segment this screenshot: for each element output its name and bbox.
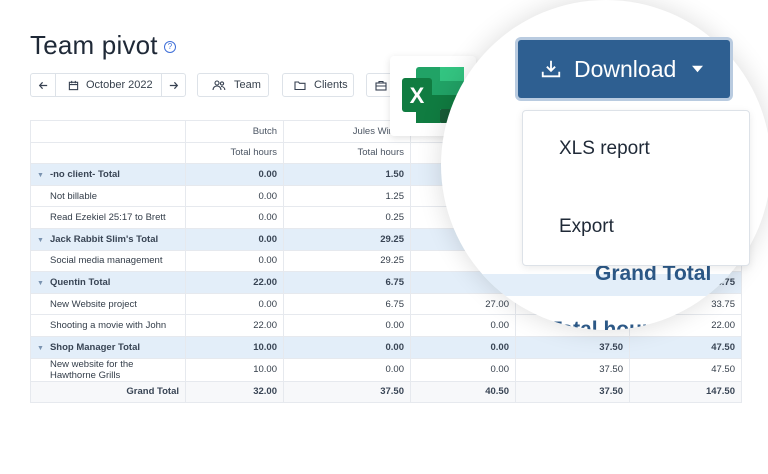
row-label: Social media management bbox=[30, 249, 186, 273]
folder-icon bbox=[294, 80, 306, 90]
client-total-row[interactable]: ▼ Shop Manager Total 10.00 0.00 0.00 37.50 47.… bbox=[30, 335, 742, 359]
row-label: ▼ -no client- Total bbox=[30, 163, 186, 186]
value-cell: 0.00 bbox=[185, 163, 284, 186]
prev-month-button[interactable] bbox=[30, 73, 56, 97]
value-cell: 0.00 bbox=[283, 314, 411, 337]
value-cell: 47.50 bbox=[629, 357, 742, 382]
menu-item-export[interactable]: Export bbox=[559, 216, 614, 238]
row-label-text: Shooting a movie with John bbox=[50, 320, 167, 332]
lens-total-hours: Total hours bbox=[549, 318, 662, 330]
member-header: Butch bbox=[185, 120, 284, 143]
collapse-caret-icon[interactable]: ▼ bbox=[37, 280, 44, 287]
grand-total-cell: 37.50 bbox=[515, 380, 630, 404]
row-label-text: Social media management bbox=[50, 255, 163, 267]
value-cell: 37.50 bbox=[515, 357, 630, 382]
project-row: New website for the Hawthorne Grills 10.0… bbox=[30, 357, 742, 382]
users-icon bbox=[212, 79, 226, 90]
value-cell: 10.00 bbox=[185, 357, 284, 382]
download-menu: XLS report Export bbox=[522, 110, 750, 266]
row-label-text: Quentin Total bbox=[49, 276, 111, 288]
value-cell: 10.00 bbox=[185, 335, 284, 359]
row-label: Read Ezekiel 25:17 to Brett bbox=[30, 206, 186, 229]
value-cell: 0.00 bbox=[283, 357, 411, 382]
download-button[interactable]: Download bbox=[518, 40, 730, 98]
collapse-caret-icon[interactable]: ▼ bbox=[37, 237, 44, 244]
grand-total-cell: 147.50 bbox=[629, 380, 742, 404]
clients-label: Clients bbox=[314, 79, 348, 91]
value-cell: 6.75 bbox=[283, 271, 411, 294]
arrow-left-icon bbox=[38, 81, 47, 89]
measure-header: Total hours bbox=[185, 141, 284, 165]
row-label-text: Not billable bbox=[50, 190, 97, 202]
value-cell: 37.50 bbox=[515, 335, 630, 359]
menu-item-xls-report[interactable]: XLS report bbox=[559, 138, 650, 160]
value-cell: 0.00 bbox=[185, 292, 284, 316]
grand-total-cell: 32.00 bbox=[185, 380, 284, 404]
grand-total-cell: 40.50 bbox=[410, 380, 516, 404]
value-cell: 0.00 bbox=[185, 184, 284, 208]
arrow-right-icon bbox=[169, 81, 179, 89]
value-cell: 6.75 bbox=[283, 292, 411, 316]
value-cell: 0.00 bbox=[185, 206, 284, 229]
value-cell: 0.00 bbox=[410, 314, 516, 337]
briefcase-icon bbox=[375, 80, 387, 91]
row-label-text: Read Ezekiel 25:17 to Brett bbox=[50, 212, 166, 224]
value-cell: 1.25 bbox=[283, 184, 411, 208]
row-label-text: -no client- Total bbox=[49, 168, 120, 180]
value-cell: 29.25 bbox=[283, 227, 411, 251]
grand-total-row: Grand Total 32.00 37.50 40.50 37.50 147.50 bbox=[30, 380, 742, 404]
grand-total-label: Grand Total bbox=[30, 380, 186, 404]
value-cell: 27.00 bbox=[410, 292, 516, 316]
grand-total-cell: 37.50 bbox=[283, 380, 411, 404]
next-month-button[interactable] bbox=[161, 73, 186, 97]
help-icon[interactable]: ? bbox=[164, 41, 176, 53]
download-icon bbox=[541, 60, 561, 78]
row-label: ▼ Shop Manager Total bbox=[30, 335, 186, 359]
value-cell: 22.00 bbox=[185, 314, 284, 337]
value-cell: 29.25 bbox=[283, 249, 411, 273]
team-label: Team bbox=[234, 79, 261, 91]
row-label: ▼ Jack Rabbit Slim's Total bbox=[30, 227, 186, 251]
row-label: Not billable bbox=[30, 184, 186, 208]
row-label: ▼ Quentin Total bbox=[30, 271, 186, 294]
collapse-caret-icon[interactable]: ▼ bbox=[37, 172, 44, 179]
row-label: New website for the Hawthorne Grills bbox=[30, 357, 186, 382]
value-cell: 1.50 bbox=[283, 163, 411, 186]
measure-header: Total hours bbox=[283, 141, 411, 165]
month-label: October 2022 bbox=[86, 79, 153, 91]
row-label-text: Jack Rabbit Slim's Total bbox=[49, 233, 159, 245]
caret-down-icon bbox=[692, 65, 704, 73]
value-cell: 47.50 bbox=[629, 335, 742, 359]
clients-filter-button[interactable]: Clients bbox=[282, 73, 354, 97]
download-label: Download bbox=[574, 55, 677, 82]
collapse-caret-icon[interactable]: ▼ bbox=[37, 345, 44, 352]
value-cell: 0.00 bbox=[185, 249, 284, 273]
row-label-text: New website for the Hawthorne Grills bbox=[50, 358, 134, 381]
value-cell: 0.00 bbox=[185, 227, 284, 251]
excel-letter: X bbox=[410, 83, 425, 108]
value-cell: 0.00 bbox=[283, 335, 411, 359]
month-picker[interactable]: October 2022 bbox=[55, 73, 162, 97]
value-cell: 0.25 bbox=[283, 206, 411, 229]
header-corner bbox=[30, 120, 186, 143]
row-label-text: New Website project bbox=[50, 298, 137, 310]
row-label-text: Shop Manager Total bbox=[49, 341, 141, 353]
header-corner bbox=[30, 141, 186, 165]
row-label: New Website project bbox=[30, 292, 186, 316]
value-cell: 0.00 bbox=[410, 357, 516, 382]
page-title: Team pivot bbox=[30, 30, 158, 60]
row-label: Shooting a movie with John bbox=[30, 314, 186, 337]
value-cell: 22.00 bbox=[185, 271, 284, 294]
value-cell: 0.00 bbox=[410, 335, 516, 359]
team-filter-button[interactable]: Team bbox=[197, 73, 269, 97]
calendar-icon bbox=[68, 80, 79, 90]
